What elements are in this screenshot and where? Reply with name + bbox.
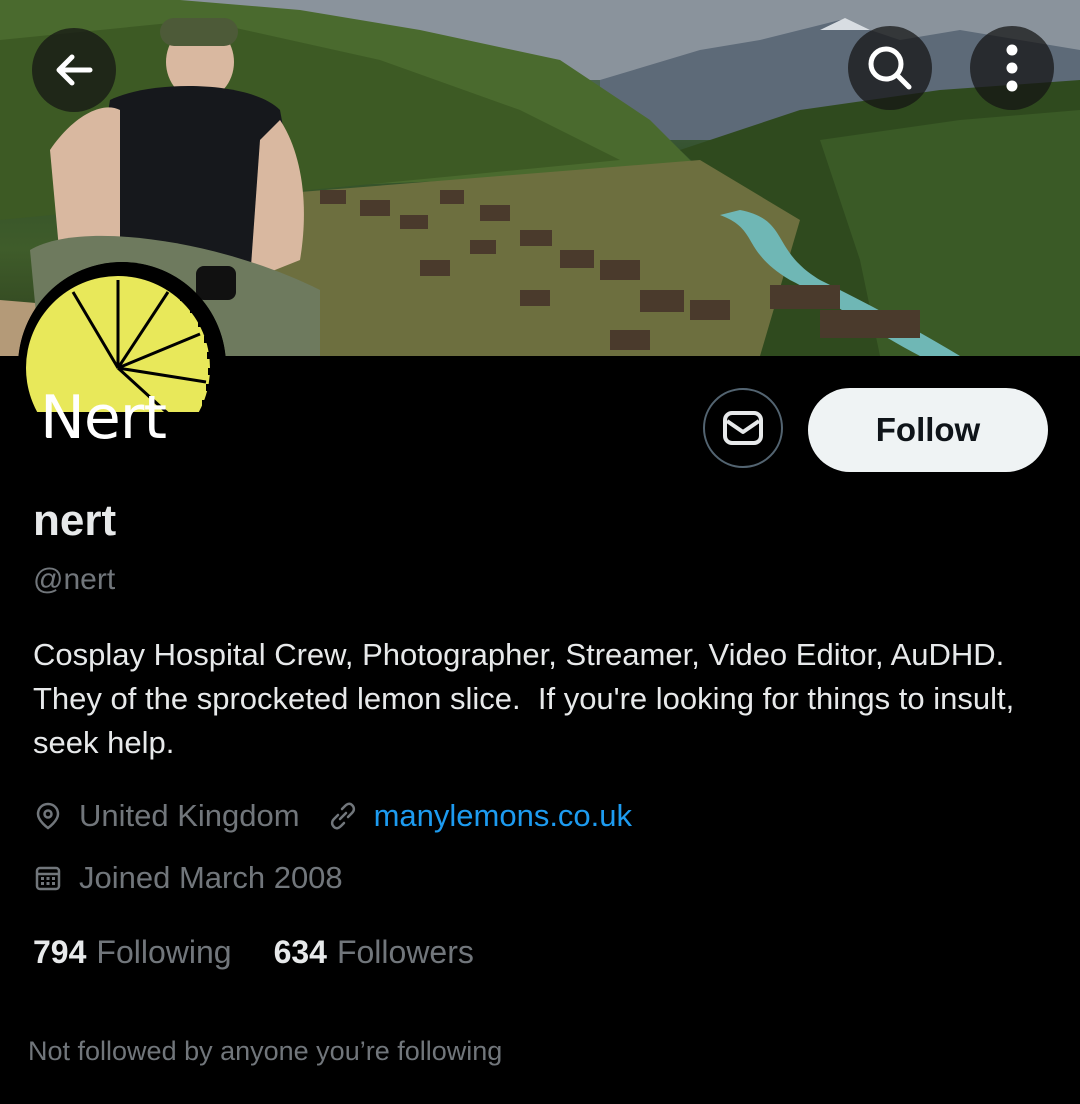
link-icon bbox=[328, 801, 358, 831]
joined-date: Joined March 2008 bbox=[79, 860, 343, 895]
joined-row: Joined March 2008 bbox=[33, 860, 343, 896]
avatar-text: Nert bbox=[40, 383, 167, 453]
followers-label: Followers bbox=[336, 934, 474, 970]
envelope-icon bbox=[723, 411, 763, 445]
website-link[interactable]: manylemons.co.uk bbox=[374, 798, 632, 834]
following-label: Following bbox=[96, 934, 232, 970]
not-followed-notice: Not followed by anyone you’re following bbox=[28, 1036, 503, 1066]
followers-stat[interactable]: 634 Followers bbox=[274, 934, 474, 971]
search-icon bbox=[868, 46, 912, 90]
following-count: 794 bbox=[33, 934, 87, 970]
message-button[interactable] bbox=[703, 388, 783, 468]
profile-meta-row: United Kingdom manylemons.co.uk bbox=[33, 798, 632, 834]
followers-count: 634 bbox=[273, 934, 327, 970]
location-text: United Kingdom bbox=[79, 798, 300, 833]
follow-stats: 794 Following 634 Followers bbox=[33, 934, 516, 971]
profile-avatar[interactable]: Nert bbox=[18, 262, 226, 470]
calendar-icon bbox=[33, 863, 63, 893]
user-handle: @nert bbox=[33, 563, 116, 596]
profile-bio: Cosplay Hospital Crew, Photographer, Str… bbox=[33, 637, 1023, 760]
more-options-button[interactable] bbox=[970, 26, 1054, 110]
following-stat[interactable]: 794 Following bbox=[33, 934, 232, 971]
back-button[interactable] bbox=[32, 28, 116, 112]
more-vertical-icon bbox=[1006, 44, 1018, 92]
search-button[interactable] bbox=[848, 26, 932, 110]
display-name: nert bbox=[33, 496, 117, 545]
follow-button[interactable]: Follow bbox=[808, 388, 1048, 472]
arrow-left-icon bbox=[56, 54, 93, 86]
location-pin-icon bbox=[33, 801, 63, 831]
